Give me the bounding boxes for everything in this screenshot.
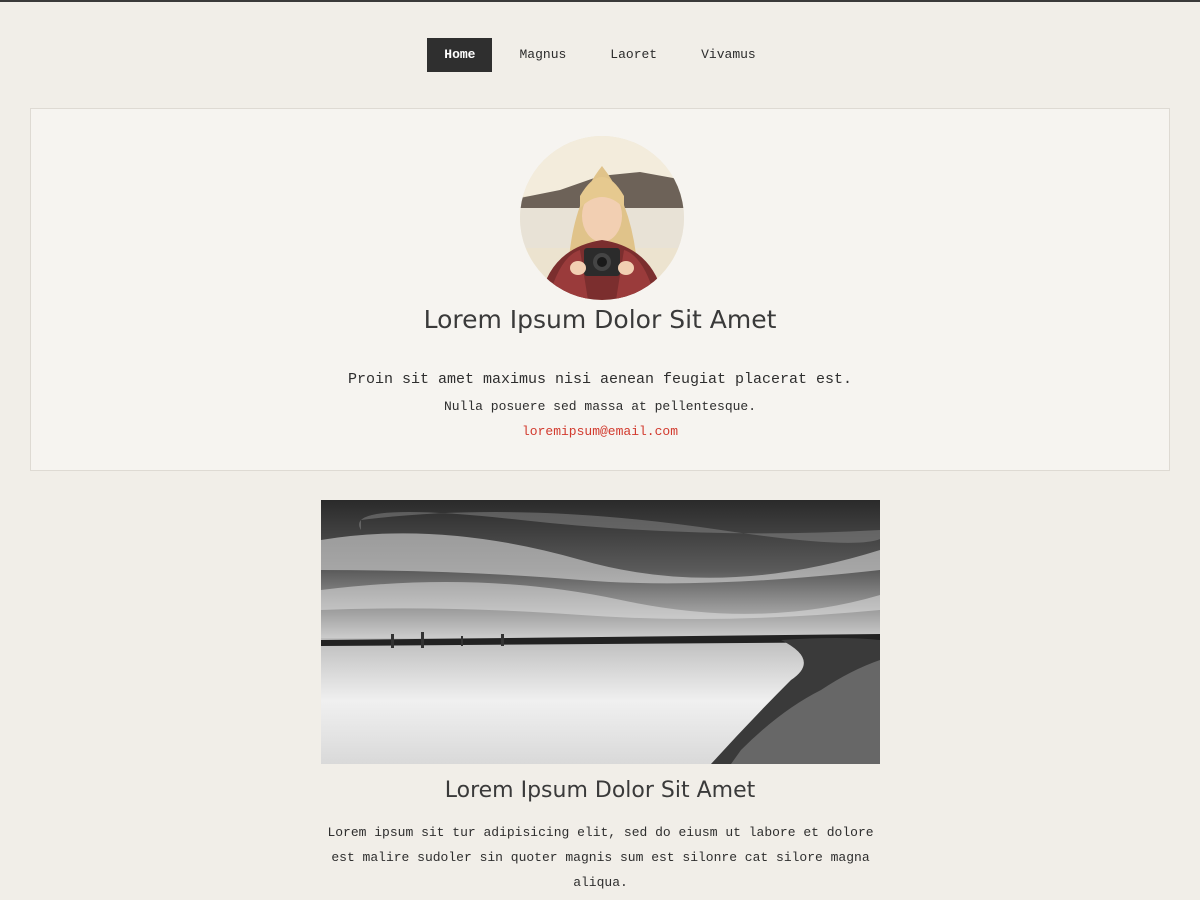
landscape-image xyxy=(321,500,880,764)
profile-subdescription: Nulla posuere sed massa at pellentesque. xyxy=(443,399,757,414)
main-navigation: Home Magnus Laoret Vivamus xyxy=(0,38,1200,72)
nav-item-magnus[interactable]: Magnus xyxy=(502,38,583,72)
profile-description: Proin sit amet maximus nisi aenean feugi… xyxy=(347,371,853,388)
post-title: Lorem Ipsum Dolor Sit Amet xyxy=(444,778,756,803)
profile-avatar xyxy=(520,136,684,300)
nav-item-vivamus[interactable]: Vivamus xyxy=(684,38,773,72)
email-link[interactable]: loremipsum@email.com xyxy=(31,424,1169,439)
nav-item-home[interactable]: Home xyxy=(427,38,493,72)
profile-panel: Lorem Ipsum Dolor Sit Amet Proin sit ame… xyxy=(30,108,1170,471)
profile-photo-image xyxy=(520,136,684,300)
nav-item-laoret[interactable]: Laoret xyxy=(593,38,674,72)
profile-title: Lorem Ipsum Dolor Sit Amet xyxy=(423,305,777,334)
lake-photo xyxy=(321,500,880,764)
top-border xyxy=(0,0,1200,2)
nav-list: Home Magnus Laoret Vivamus xyxy=(422,38,777,72)
post-excerpt: Lorem ipsum sit tur adipisicing elit, se… xyxy=(327,825,874,890)
